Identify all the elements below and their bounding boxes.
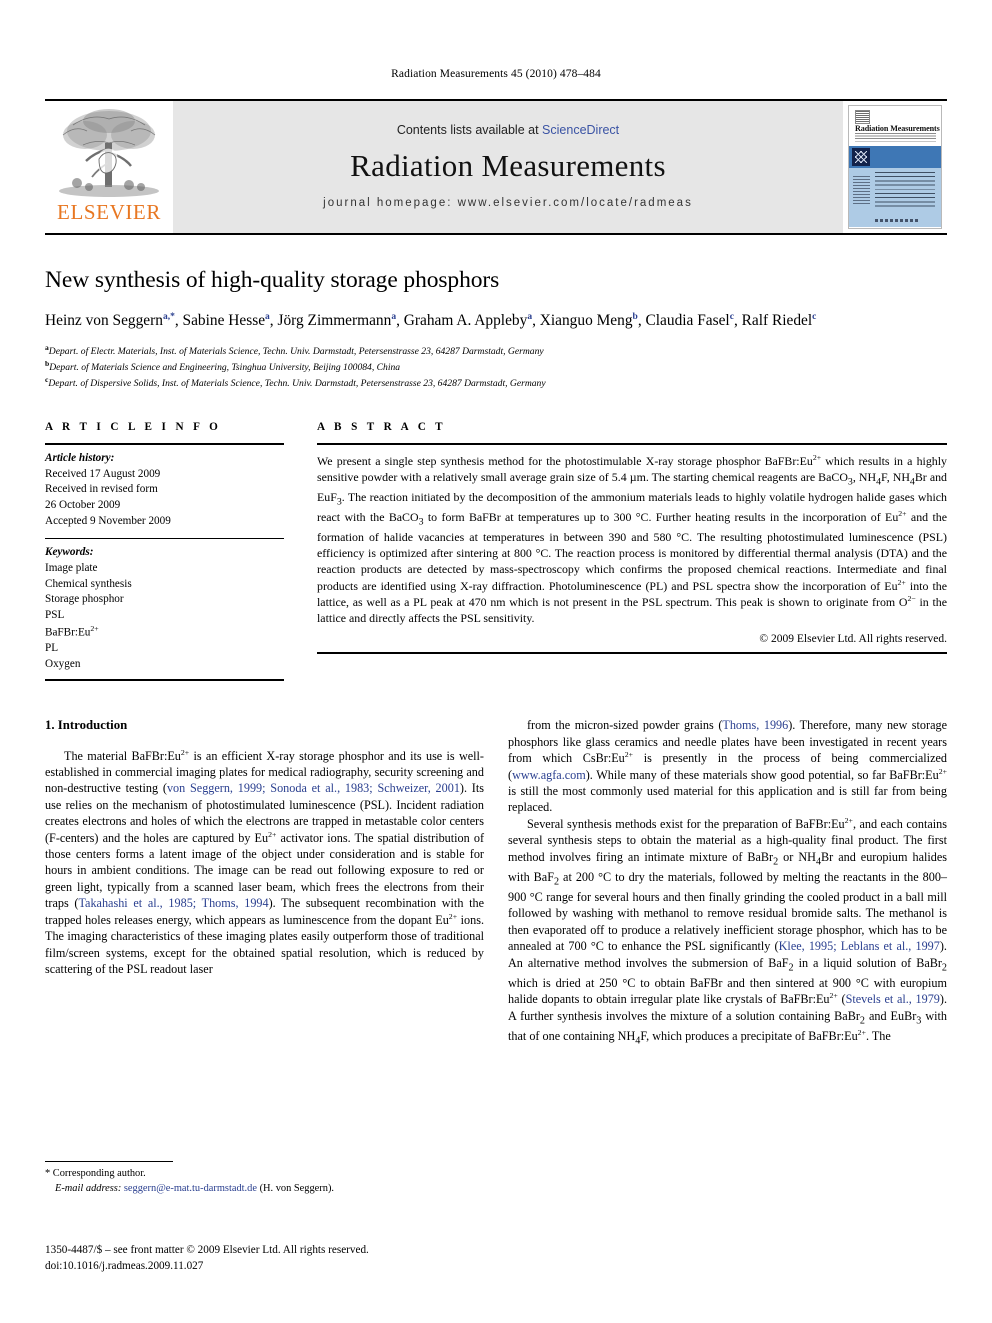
abstract-bottom-rule (317, 652, 947, 655)
journal-cover-thumbnail[interactable]: Radiation Measurements (843, 101, 947, 233)
cover-footer-line (875, 219, 919, 222)
keyword-item: Oxygen (45, 657, 81, 670)
contents-prefix: Contents lists available at (396, 123, 539, 137)
info-abstract-region: A R T I C L E I N F O Article history: R… (45, 420, 947, 682)
cover-left-column-lines (853, 176, 870, 206)
article-history-item: Accepted 9 November 2009 (45, 514, 171, 527)
affiliation-item: cDepart. of Dispersive Solids, Inst. of … (45, 375, 546, 390)
running-head: Radiation Measurements 45 (2010) 478–484 (391, 68, 601, 80)
article-history-label: Article history: (45, 451, 115, 464)
cover-contents-lines (875, 172, 935, 210)
abstract-copyright: © 2009 Elsevier Ltd. All rights reserved… (759, 633, 947, 646)
journal-masthead: ELSEVIER Contents lists available at Sci… (45, 99, 947, 235)
corresponding-author-footnote: * Corresponding author. E-mail address: … (45, 1161, 484, 1197)
section-heading-introduction: 1. Introduction (45, 718, 128, 733)
email-line: E-mail address: seggern@e-mat.tu-darmsta… (45, 1182, 484, 1197)
abstract-text: We present a single step synthesis metho… (317, 452, 947, 626)
intro-paragraph-left: The material BaFBr:Eu2+ is an efficient … (45, 747, 485, 976)
article-info-column: A R T I C L E I N F O Article history: R… (45, 420, 284, 682)
keyword-item: PL (45, 641, 59, 654)
body-column-right: from the micron-sized powder grains (Tho… (508, 717, 947, 1048)
affiliation-item: aDepart. of Electr. Materials, Inst. of … (45, 343, 544, 358)
paper-page: Radiation Measurements 45 (2010) 478–484 (0, 0, 992, 1323)
cover-blue-band (849, 146, 941, 168)
body-columns: 1. Introduction The material BaFBr:Eu2+ … (45, 717, 947, 1048)
intro-paragraph-right-2: Several synthesis methods exist for the … (508, 815, 948, 1047)
article-history-item: Received in revised form (45, 483, 158, 496)
journal-title: Radiation Measurements (350, 148, 666, 183)
contents-available-line: Contents lists available at ScienceDirec… (397, 123, 619, 137)
abstract-heading: A B S T R A C T (317, 420, 447, 433)
keyword-item: Chemical synthesis (45, 577, 132, 590)
page-footer: 1350-4487/$ – see front matter © 2009 El… (45, 1243, 645, 1275)
footnote-text: * Corresponding author. E-mail address: … (45, 1167, 484, 1197)
sciencedirect-link[interactable]: ScienceDirect (542, 123, 619, 137)
cover-body-section (849, 168, 941, 227)
journal-homepage-link[interactable]: journal homepage: www.elsevier.com/locat… (323, 197, 693, 209)
article-history-list: Received 17 August 2009 Received in revis… (45, 467, 284, 530)
keywords-list: Image plate Chemical synthesis Storage pho… (45, 561, 284, 672)
issn-copyright-line: 1350-4487/$ – see front matter © 2009 El… (45, 1244, 369, 1256)
abstract-column: A B S T R A C T We present a single step… (317, 421, 947, 681)
body-column-left: 1. Introduction The material BaFBr:Eu2+ … (45, 717, 484, 1048)
corresponding-author-line: * Corresponding author. (45, 1168, 146, 1179)
body-column-gap (484, 717, 508, 1048)
title-block: New synthesis of high-quality storage ph… (45, 267, 947, 391)
keyword-item: PSL (45, 608, 65, 621)
keywords-block: Keywords: Image plate Chemical synthesis S… (45, 539, 284, 672)
email-link[interactable]: seggern@e-mat.tu-darmstadt.de (124, 1183, 257, 1194)
masthead-center: Contents lists available at ScienceDirec… (173, 101, 843, 233)
cover-publisher-logo-icon (855, 110, 870, 124)
elsevier-tree-icon (59, 109, 159, 197)
keywords-label: Keywords: (45, 546, 94, 559)
affiliation-item: bDepart. of Materials Science and Engine… (45, 359, 401, 374)
paper-title: New synthesis of high-quality storage ph… (45, 267, 500, 293)
doi-line[interactable]: doi:10.1016/j.radmeas.2009.11.027 (45, 1259, 645, 1275)
article-history-block: Article history: Received 17 August 2009… (45, 445, 284, 529)
keyword-item: BaFBr:Eu2+ (45, 623, 99, 639)
keyword-item: Image plate (45, 561, 98, 574)
email-label: E-mail address: (55, 1182, 122, 1194)
intro-paragraph-right-1: from the micron-sized powder grains (Tho… (508, 718, 948, 815)
article-history-item: Received 17 August 2009 (45, 467, 161, 480)
article-info-heading: A R T I C L E I N F O (45, 420, 222, 433)
article-history-item: 26 October 2009 (45, 498, 121, 511)
cover-pattern-icon (852, 148, 870, 166)
cover-top-section: Radiation Measurements (849, 106, 941, 146)
article-info-bottom-rule (45, 679, 284, 682)
email-owner: (H. von Seggern). (259, 1182, 335, 1194)
affiliation-list: aDepart. of Electr. Materials, Inst. of … (45, 343, 947, 390)
column-gap (284, 421, 317, 681)
author-list: Heinz von Seggerna,*, Sabine Hessea, Jör… (45, 312, 817, 330)
footnote-rule (45, 1161, 173, 1162)
cover-subtitle-lines (855, 133, 936, 142)
keyword-item: Storage phosphor (45, 593, 124, 606)
cover-title-text: Radiation Measurements (855, 124, 940, 133)
elsevier-logo: ELSEVIER (45, 101, 173, 233)
cover-image: Radiation Measurements (848, 105, 942, 229)
elsevier-wordmark: ELSEVIER (57, 200, 161, 224)
